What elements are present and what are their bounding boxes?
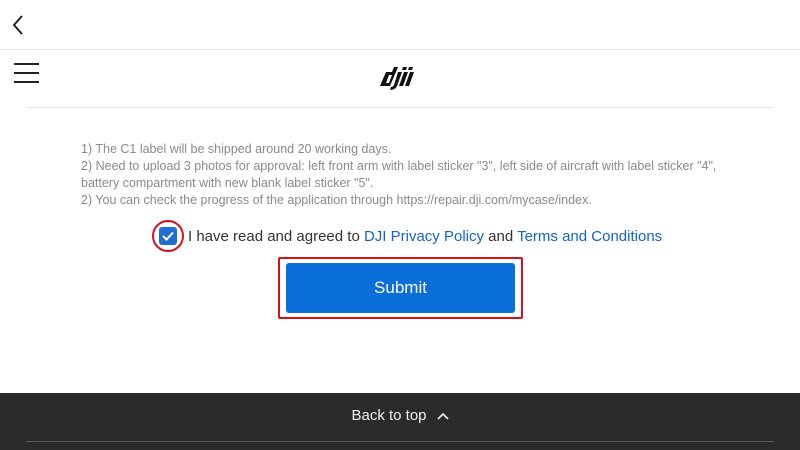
menu-button[interactable] <box>14 63 42 87</box>
checkbox-box <box>159 227 177 245</box>
hamburger-menu-icon <box>14 63 39 65</box>
agreement-conjunction: and <box>484 227 518 245</box>
agreement-text: I have read and agreed to DJI Privacy Po… <box>188 228 662 245</box>
back-button[interactable] <box>6 10 30 40</box>
note-line: 2) Need to upload 3 photos for approval:… <box>81 159 717 190</box>
back-to-top-link[interactable]: Back to top <box>0 407 800 424</box>
footer: Back to top <box>0 393 800 450</box>
terms-link[interactable]: Terms and Conditions <box>517 228 662 245</box>
agreement-row: I have read and agreed to DJI Privacy Po… <box>152 220 662 252</box>
checkmark-icon <box>162 231 174 241</box>
top-navigation-bar <box>0 0 800 50</box>
site-header <box>0 50 800 108</box>
note-line: 2) You can check the progress of the app… <box>81 193 592 207</box>
note-line: 1) The C1 label will be shipped around 2… <box>81 142 392 156</box>
footer-divider <box>26 441 774 442</box>
notes-text: 1) The C1 label will be shipped around 2… <box>81 141 721 209</box>
back-to-top-label: Back to top <box>351 407 427 424</box>
chevron-left-icon <box>12 15 23 35</box>
submit-button[interactable]: Submit <box>286 263 515 313</box>
agreement-checkbox[interactable] <box>152 220 184 252</box>
header-divider <box>26 107 774 108</box>
dji-logo <box>380 67 414 90</box>
agreement-prefix: I have read and agreed to <box>188 227 364 245</box>
submit-highlight: Submit <box>278 257 523 319</box>
chevron-up-icon <box>436 412 449 420</box>
privacy-policy-link[interactable]: DJI Privacy Policy <box>364 228 484 245</box>
